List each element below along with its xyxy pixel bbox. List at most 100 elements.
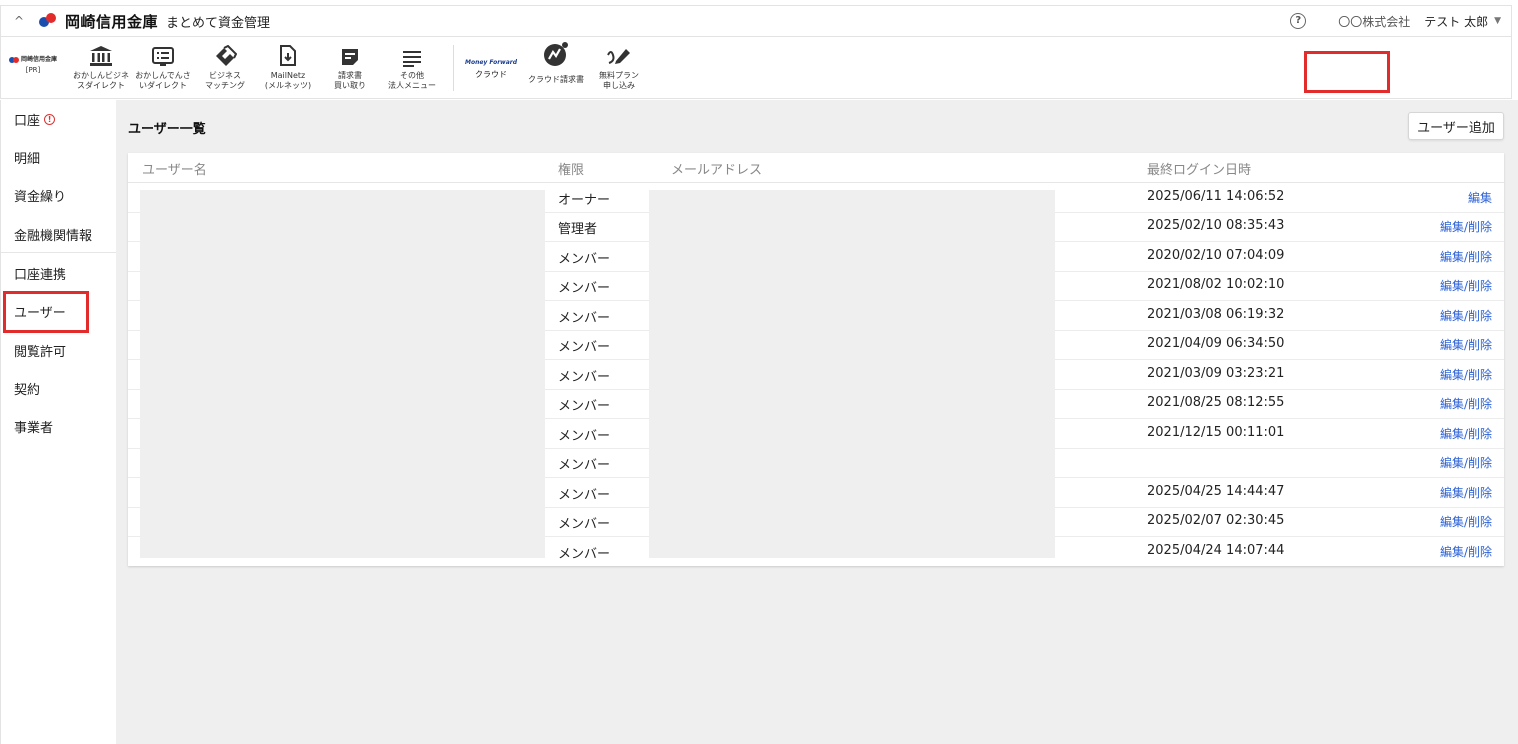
moneyforward-logo: Money Forward: [465, 59, 517, 66]
cell-last-login: 2025/04/25 14:44:47: [1147, 484, 1285, 499]
app-title: まとめて資金管理: [166, 15, 271, 31]
cell-last-login: 2021/04/09 06:34:50: [1147, 336, 1285, 351]
caret-down-icon: ▼: [1494, 16, 1501, 26]
cell-role: メンバー: [558, 488, 611, 503]
toolbar-item-invoice-factoring[interactable]: 請求書 買い取り: [325, 37, 375, 99]
toolbar-item-mailnetz[interactable]: MailNetz (メルネッツ): [259, 37, 317, 99]
cell-last-login: 2025/02/07 02:30:45: [1147, 513, 1285, 528]
cell-last-login: 2021/03/09 03:23:21: [1147, 366, 1285, 381]
column-header-name: ユーザー名: [142, 163, 207, 178]
bank-icon: [71, 37, 131, 67]
edit-delete-link[interactable]: 編集/削除: [1440, 248, 1492, 265]
toolbar-item-label: その他 法人メニュー: [388, 71, 436, 90]
warning-icon: !: [44, 114, 56, 125]
menu-lines-icon: [383, 37, 441, 67]
add-user-button[interactable]: ユーザー追加: [1408, 112, 1504, 140]
page-title: ユーザー一覧: [128, 122, 206, 137]
sidebar-item-business[interactable]: 事業者: [14, 417, 53, 436]
toolbar-item-cloud-invoice[interactable]: クラウド請求書: [525, 37, 587, 99]
edit-delete-link[interactable]: 編集/削除: [1440, 395, 1492, 412]
sidebar-item-contract[interactable]: 契約: [14, 379, 40, 398]
pr-brand-link[interactable]: 岡崎信用金庫 [PR]: [9, 55, 57, 75]
collapse-chevron-icon[interactable]: ^: [9, 14, 29, 28]
redacted-email-addresses: [649, 190, 1055, 558]
cell-last-login: 2021/03/08 06:19:32: [1147, 307, 1285, 322]
company-name: 〇〇株式会社: [1338, 14, 1411, 29]
highlight-box-users: [3, 291, 89, 333]
sidebar-item-cashflow[interactable]: 資金繰り: [14, 186, 66, 205]
app-header: ^ 岡崎信用金庫 まとめて資金管理 ? 〇〇株式会社 テスト 太郎 ▼: [0, 5, 1512, 37]
user-name-label: テスト 太郎: [1424, 14, 1489, 29]
edit-delete-link[interactable]: 編集/削除: [1440, 484, 1492, 501]
user-menu[interactable]: テスト 太郎 ▼: [1424, 13, 1501, 30]
toolbar-item-label: 請求書 買い取り: [334, 71, 366, 90]
cell-role: メンバー: [558, 517, 611, 532]
cell-role: オーナー: [558, 193, 611, 208]
toolbar-item-free-plan[interactable]: 無料プラン 申し込み: [593, 37, 645, 99]
sidebar-item-label: 口座: [14, 114, 41, 129]
redacted-user-names: [140, 190, 545, 558]
help-icon[interactable]: ?: [1290, 13, 1307, 29]
cell-last-login: 2025/04/24 14:07:44: [1147, 543, 1285, 558]
cell-last-login: 2021/08/02 10:02:10: [1147, 277, 1285, 292]
sidebar-item-account-link[interactable]: 口座連携: [14, 264, 66, 283]
cell-role: メンバー: [558, 547, 611, 562]
edit-delete-link[interactable]: 編集/削除: [1440, 366, 1492, 383]
brand-name: 岡崎信用金庫: [65, 12, 159, 31]
edit-link[interactable]: 編集: [1468, 189, 1492, 206]
toolbar-item-label: ビジネス マッチング: [205, 71, 245, 90]
cell-last-login: 2021/08/25 08:12:55: [1147, 395, 1285, 410]
handshake-icon: [197, 37, 253, 67]
mail-download-icon: [259, 37, 317, 67]
cell-last-login: 2021/12/15 00:11:01: [1147, 425, 1285, 440]
column-header-role: 権限: [558, 163, 585, 178]
sidebar-item-accounts[interactable]: 口座 !: [14, 110, 56, 129]
toolbar-item-business-direct[interactable]: おかしんビジネ スダイレクト: [71, 37, 131, 99]
highlight-box-edit-delete: [1304, 51, 1390, 93]
sidebar-item-view-permissions[interactable]: 閲覧許可: [14, 341, 66, 360]
cell-role: メンバー: [558, 252, 611, 267]
brand-logo-icon: [37, 11, 61, 31]
edit-delete-link[interactable]: 編集/削除: [1440, 513, 1492, 530]
cell-last-login: 2025/02/10 08:35:43: [1147, 218, 1285, 233]
cell-role: メンバー: [558, 340, 611, 355]
sidebar-divider: [1, 252, 117, 253]
edit-delete-link[interactable]: 編集/削除: [1440, 277, 1492, 294]
toolbar-item-other-menu[interactable]: その他 法人メニュー: [383, 37, 441, 99]
edit-delete-link[interactable]: 編集/削除: [1440, 425, 1492, 442]
pr-label: [PR]: [25, 66, 41, 74]
sidebar: 口座 ! 明細 資金繰り 金融機関情報 口座連携 ユーザー 閲覧許可 契約 事業…: [0, 100, 117, 744]
toolbar-item-label: おかしんビジネ スダイレクト: [73, 71, 129, 90]
cell-role: メンバー: [558, 399, 611, 414]
toolbar-item-business-matching[interactable]: ビジネス マッチング: [197, 37, 253, 99]
pen-sign-icon: [593, 37, 645, 67]
edit-delete-link[interactable]: 編集/削除: [1440, 307, 1492, 324]
header-right: ? 〇〇株式会社 テスト 太郎 ▼: [1290, 6, 1501, 36]
cell-role: メンバー: [558, 429, 611, 444]
cell-last-login: 2020/02/10 07:04:09: [1147, 248, 1285, 263]
edit-delete-link[interactable]: 編集/削除: [1440, 336, 1492, 353]
column-header-email: メールアドレス: [671, 163, 763, 178]
cell-last-login: 2025/06/11 14:06:52: [1147, 189, 1285, 204]
column-header-last-login: 最終ログイン日時: [1147, 163, 1252, 178]
toolbar-item-label: MailNetz (メルネッツ): [264, 71, 312, 90]
cell-role: メンバー: [558, 370, 611, 385]
edit-delete-link[interactable]: 編集/削除: [1440, 454, 1492, 471]
toolbar-item-label: おかしんでんさ いダイレクト: [135, 71, 191, 90]
sidebar-item-bank-info[interactable]: 金融機関情報: [14, 225, 92, 244]
moneyforward-sub: クラウド: [475, 70, 507, 79]
main-content: ユーザー一覧 ユーザー追加 ユーザー名 権限 メールアドレス 最終ログイン日時 …: [116, 100, 1518, 744]
cell-role: メンバー: [558, 281, 611, 296]
cell-role: 管理者: [558, 222, 598, 237]
edit-delete-link[interactable]: 編集/削除: [1440, 218, 1492, 235]
moneyforward-cloud-link[interactable]: Money Forward クラウド: [465, 57, 517, 81]
sidebar-item-statements[interactable]: 明細: [14, 148, 40, 167]
cloud-invoice-icon: [525, 37, 587, 67]
toolbar-item-densai-direct[interactable]: おかしんでんさ いダイレクト: [133, 37, 193, 99]
toolbar-item-label: クラウド請求書: [528, 75, 584, 84]
edit-delete-link[interactable]: 編集/削除: [1440, 543, 1492, 560]
toolbar-divider: [453, 45, 454, 91]
invoice-icon: [325, 37, 375, 67]
cell-role: メンバー: [558, 311, 611, 326]
pr-brand-name: 岡崎信用金庫: [21, 56, 58, 63]
